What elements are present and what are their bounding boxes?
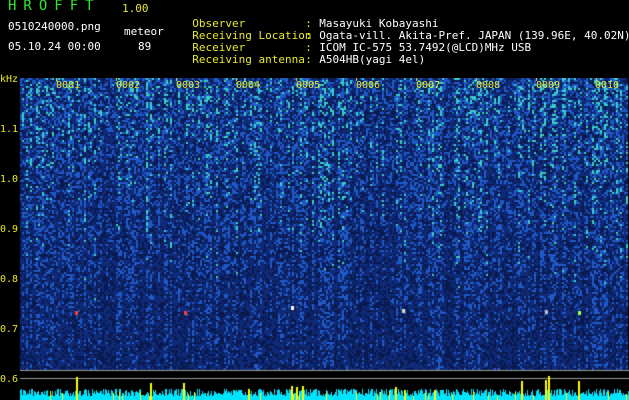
meteor-count: 89 <box>138 40 152 53</box>
meteor-label: meteor <box>124 25 164 38</box>
x-tick-0008: 0008 <box>476 80 501 91</box>
datetime: 05.10.24 00:00 <box>8 40 101 53</box>
y-tick-0.8: 0.8 <box>0 274 19 285</box>
x-tick-0007: 0007 <box>416 80 441 91</box>
x-tick-0002: 0002 <box>116 80 141 91</box>
x-tick-0006: 0006 <box>356 80 381 91</box>
file-name: 0510240000.png <box>8 20 101 33</box>
y-tick-0.7: 0.7 <box>0 324 19 335</box>
app-version: 1.00 <box>122 2 149 15</box>
x-tick-0003: 0003 <box>176 80 201 91</box>
y-tick-0.6: 0.6 <box>0 374 19 385</box>
x-tick-0010: 0010 <box>595 80 620 91</box>
spectrogram <box>0 78 629 400</box>
y-axis-unit: kHz <box>0 74 19 85</box>
app-name: HROFFT <box>8 0 101 14</box>
x-tick-0004: 0004 <box>236 80 261 91</box>
x-tick-0001: 0001 <box>56 80 81 91</box>
y-tick-1.0: 1.0 <box>0 174 19 185</box>
y-tick-0.9: 0.9 <box>0 224 19 235</box>
y-tick-1.1: 1.1 <box>0 124 19 135</box>
info-row-antenna: Receiving antenna: A504HB(yagi 4el) <box>192 53 426 66</box>
x-tick-0009: 0009 <box>536 80 561 91</box>
x-tick-0005: 0005 <box>296 80 321 91</box>
